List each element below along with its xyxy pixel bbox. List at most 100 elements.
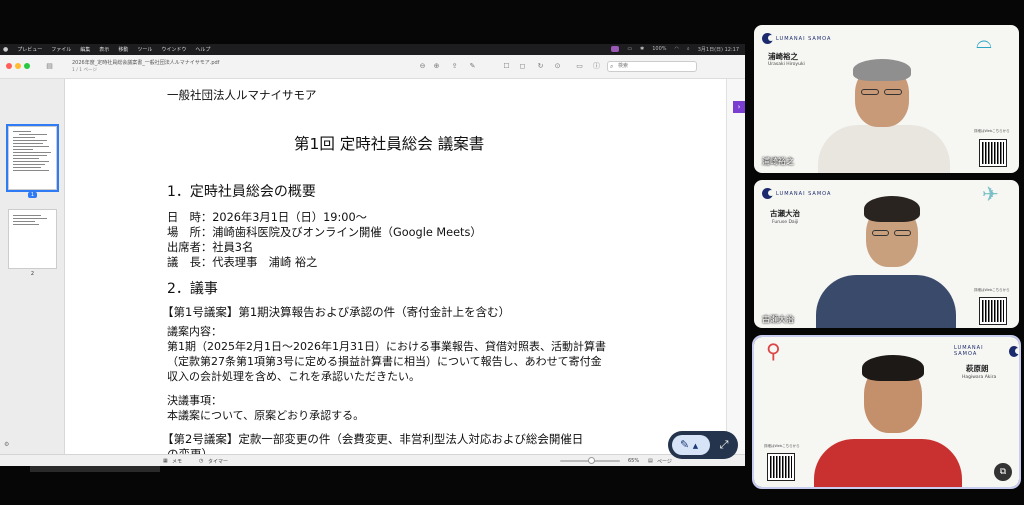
brand-logo: LUMANAI SAMOA bbox=[954, 345, 1019, 357]
info-icon[interactable]: ⓘ bbox=[592, 62, 601, 71]
document-subtitle: 1 / 1 ページ bbox=[72, 68, 97, 73]
menu-file[interactable]: ファイル bbox=[51, 46, 71, 53]
participant-name-jp: 萩原朗 bbox=[966, 364, 989, 373]
qr-caption: 詳細はWebこちらから bbox=[974, 288, 1010, 292]
crop-icon[interactable]: ⧉ bbox=[994, 463, 1012, 481]
shared-screen: ● プレビュー ファイル 編集 表示 移動 ツール ウインドウ ヘルプ ▭ ✱ … bbox=[0, 44, 745, 466]
meeting-date: 日 時：2026年3月1日（日）19:00～ bbox=[167, 211, 367, 224]
menu-help[interactable]: ヘルプ bbox=[195, 46, 210, 53]
airplane-icon: ✈ bbox=[982, 182, 999, 206]
search-input[interactable]: ⌕ 検索 bbox=[607, 61, 697, 72]
participant-name-jp: 浦崎裕之 bbox=[768, 52, 798, 61]
agenda-content-line-2: （定款第27条第1項第3号に定める損益計算書に相当）について報告し、あわせて寄付… bbox=[167, 355, 602, 368]
thumbnail-sidebar: 1 2 ⚙ bbox=[0, 79, 65, 454]
search-icon: ⌕ bbox=[610, 63, 614, 70]
share-icon[interactable]: ⇪ bbox=[450, 62, 459, 71]
rotate-icon[interactable]: ↻ bbox=[536, 62, 545, 71]
search-icon[interactable]: ⌕ bbox=[687, 46, 690, 53]
bottom-status-bar: ▦ メモ ◷ タイマー 65% ▤ ページ bbox=[0, 454, 745, 466]
settings-icon[interactable]: ⚙ bbox=[4, 441, 9, 448]
textbox-icon[interactable]: ☐ bbox=[502, 62, 511, 71]
participant-tile-2[interactable]: LUMANAI SAMOA ✈ 古瀬大治 Furuse Daiji 詳細はWeb… bbox=[754, 180, 1019, 328]
zoom-window-icon[interactable] bbox=[24, 63, 30, 69]
page-number-2[interactable]: 2 bbox=[0, 271, 65, 277]
participant-overlay-name: 浦崎裕之 bbox=[762, 157, 794, 166]
meeting-stage: ● プレビュー ファイル 編集 表示 移動 ツール ウインドウ ヘルプ ▭ ✱ … bbox=[0, 0, 1024, 505]
resolution-text: 本議案について、原案どおり承認する。 bbox=[167, 409, 365, 422]
wifi-icon[interactable]: ◠ bbox=[675, 46, 679, 53]
highlight-icon[interactable]: ▭ bbox=[575, 62, 584, 71]
meeting-place: 場 所：浦崎歯科医院及びオンライン開催（Google Meets） bbox=[167, 226, 482, 239]
annotation-pen-button[interactable]: ✎ ▲ bbox=[672, 435, 710, 455]
brand-logo-text: LUMANAI SAMOA bbox=[776, 35, 832, 42]
apple-icon[interactable]: ● bbox=[3, 46, 8, 53]
markup-pen-icon[interactable]: ✎ bbox=[468, 62, 477, 71]
participant-name-jp: 古瀬大治 bbox=[770, 209, 800, 218]
page-thumbnail-1[interactable] bbox=[6, 124, 59, 192]
menu-view[interactable]: 表示 bbox=[99, 46, 109, 53]
expand-button[interactable]: ⤢ bbox=[714, 435, 734, 455]
search-placeholder: 検索 bbox=[618, 63, 629, 69]
page-number-1[interactable]: 1 bbox=[0, 192, 65, 198]
memo-icon[interactable]: ▦ bbox=[163, 458, 168, 464]
page-view-icon[interactable]: ▤ bbox=[648, 458, 653, 464]
agenda-content-label: 議案内容： bbox=[167, 325, 222, 338]
qr-caption: 詳細はWebこちらから bbox=[974, 129, 1010, 133]
zoom-in-icon[interactable]: ⊕ bbox=[432, 62, 441, 71]
section-overview-heading: 1．定時社員総会の概要 bbox=[167, 184, 316, 200]
pdf-page: 一般社団法人ルマナイサモア 第1回 定時社員総会 議案書 1．定時社員総会の概要… bbox=[74, 79, 726, 454]
qr-caption: 詳細はWebこちらから bbox=[764, 444, 800, 448]
participant-name-en: Urasaki Hiroyuki bbox=[768, 62, 805, 67]
page-thumbnail-2[interactable] bbox=[8, 209, 57, 269]
menubar-status: ▭ ✱ 100% ◠ ⌕ 3月1日(日) 12:17 bbox=[611, 46, 745, 53]
participant-name-en: Hagiwara Akira bbox=[962, 375, 997, 380]
page-label[interactable]: ページ bbox=[657, 458, 672, 465]
mac-menubar: ● プレビュー ファイル 編集 表示 移動 ツール ウインドウ ヘルプ ▭ ✱ … bbox=[0, 44, 745, 55]
meeting-chair: 議 長：代表理事 浦崎 裕之 bbox=[167, 256, 318, 269]
document-title: 2026年度_定時社員総会議案書_一般社団法人ルマナイサモア.pdf bbox=[72, 60, 220, 66]
sidebar-toggle-icon[interactable]: ▤ bbox=[45, 62, 54, 71]
minimize-window-icon[interactable] bbox=[15, 63, 21, 69]
participant-tile-3[interactable]: ⚲ LUMANAI SAMOA 萩原朗 Hagiwara Akira 詳細はWe… bbox=[752, 335, 1021, 489]
brand-logo: LUMANAI SAMOA bbox=[762, 33, 831, 44]
lumanai-logo-icon bbox=[762, 188, 774, 199]
snorkel-mask-icon: ⌓ bbox=[976, 29, 992, 53]
participant-tile-1[interactable]: LUMANAI SAMOA ⌓ 浦崎裕之 Urasaki Hiroyuki 詳細… bbox=[754, 25, 1019, 173]
timer-icon[interactable]: ◷ bbox=[199, 458, 203, 464]
memo-label[interactable]: メモ bbox=[172, 458, 182, 465]
scroll-track[interactable] bbox=[726, 79, 745, 454]
battery-label[interactable]: 100% bbox=[652, 46, 666, 53]
screen-record-icon[interactable] bbox=[611, 46, 620, 52]
menu-window[interactable]: ウインドウ bbox=[161, 46, 186, 53]
lumanai-logo-icon bbox=[762, 33, 774, 44]
qr-code bbox=[767, 453, 795, 481]
agenda-item-1: 【第1号議案】第1期決算報告および承認の件（寄付金計上を含む） bbox=[162, 305, 511, 319]
resolution-label: 決議事項： bbox=[167, 394, 222, 407]
agenda-content-line-3: 収入の会計処理を含め、これを承認いただきたい。 bbox=[167, 370, 420, 383]
menu-app[interactable]: プレビュー bbox=[17, 46, 42, 53]
timer-label[interactable]: タイマー bbox=[208, 458, 228, 465]
close-window-icon[interactable] bbox=[6, 63, 12, 69]
tennis-racket-icon: ⚲ bbox=[766, 339, 781, 363]
document-heading: 第1回 定時社員総会 議案書 bbox=[294, 135, 485, 153]
organization-name: 一般社団法人ルマナイサモア bbox=[167, 88, 317, 102]
zoom-slider-knob[interactable] bbox=[588, 457, 595, 464]
brand-logo-text: LUMANAI SAMOA bbox=[954, 345, 984, 357]
annotate-icon[interactable]: ⊙ bbox=[553, 62, 562, 71]
pen-icon: ✎ bbox=[680, 438, 690, 451]
participant-name-en: Furuse Daiji bbox=[772, 220, 799, 225]
zoom-out-icon[interactable]: ⊖ bbox=[418, 62, 427, 71]
lumanai-logo-icon bbox=[1008, 345, 1019, 357]
menu-tools[interactable]: ツール bbox=[137, 46, 152, 53]
display-icon[interactable]: ▭ bbox=[627, 46, 632, 53]
qr-code bbox=[979, 297, 1007, 325]
menu-go[interactable]: 移動 bbox=[118, 46, 128, 53]
brand-logo-text: LUMANAI SAMOA bbox=[776, 190, 832, 197]
clock[interactable]: 3月1日(日) 12:17 bbox=[698, 46, 739, 53]
participant-overlay-name: 古瀬大治 bbox=[762, 315, 794, 324]
qr-code bbox=[979, 139, 1007, 167]
menu-edit[interactable]: 編集 bbox=[80, 46, 90, 53]
bluetooth-icon[interactable]: ✱ bbox=[640, 46, 644, 53]
shapes-icon[interactable]: ◻ bbox=[518, 62, 527, 71]
panel-tab-icon[interactable]: › bbox=[733, 101, 745, 113]
